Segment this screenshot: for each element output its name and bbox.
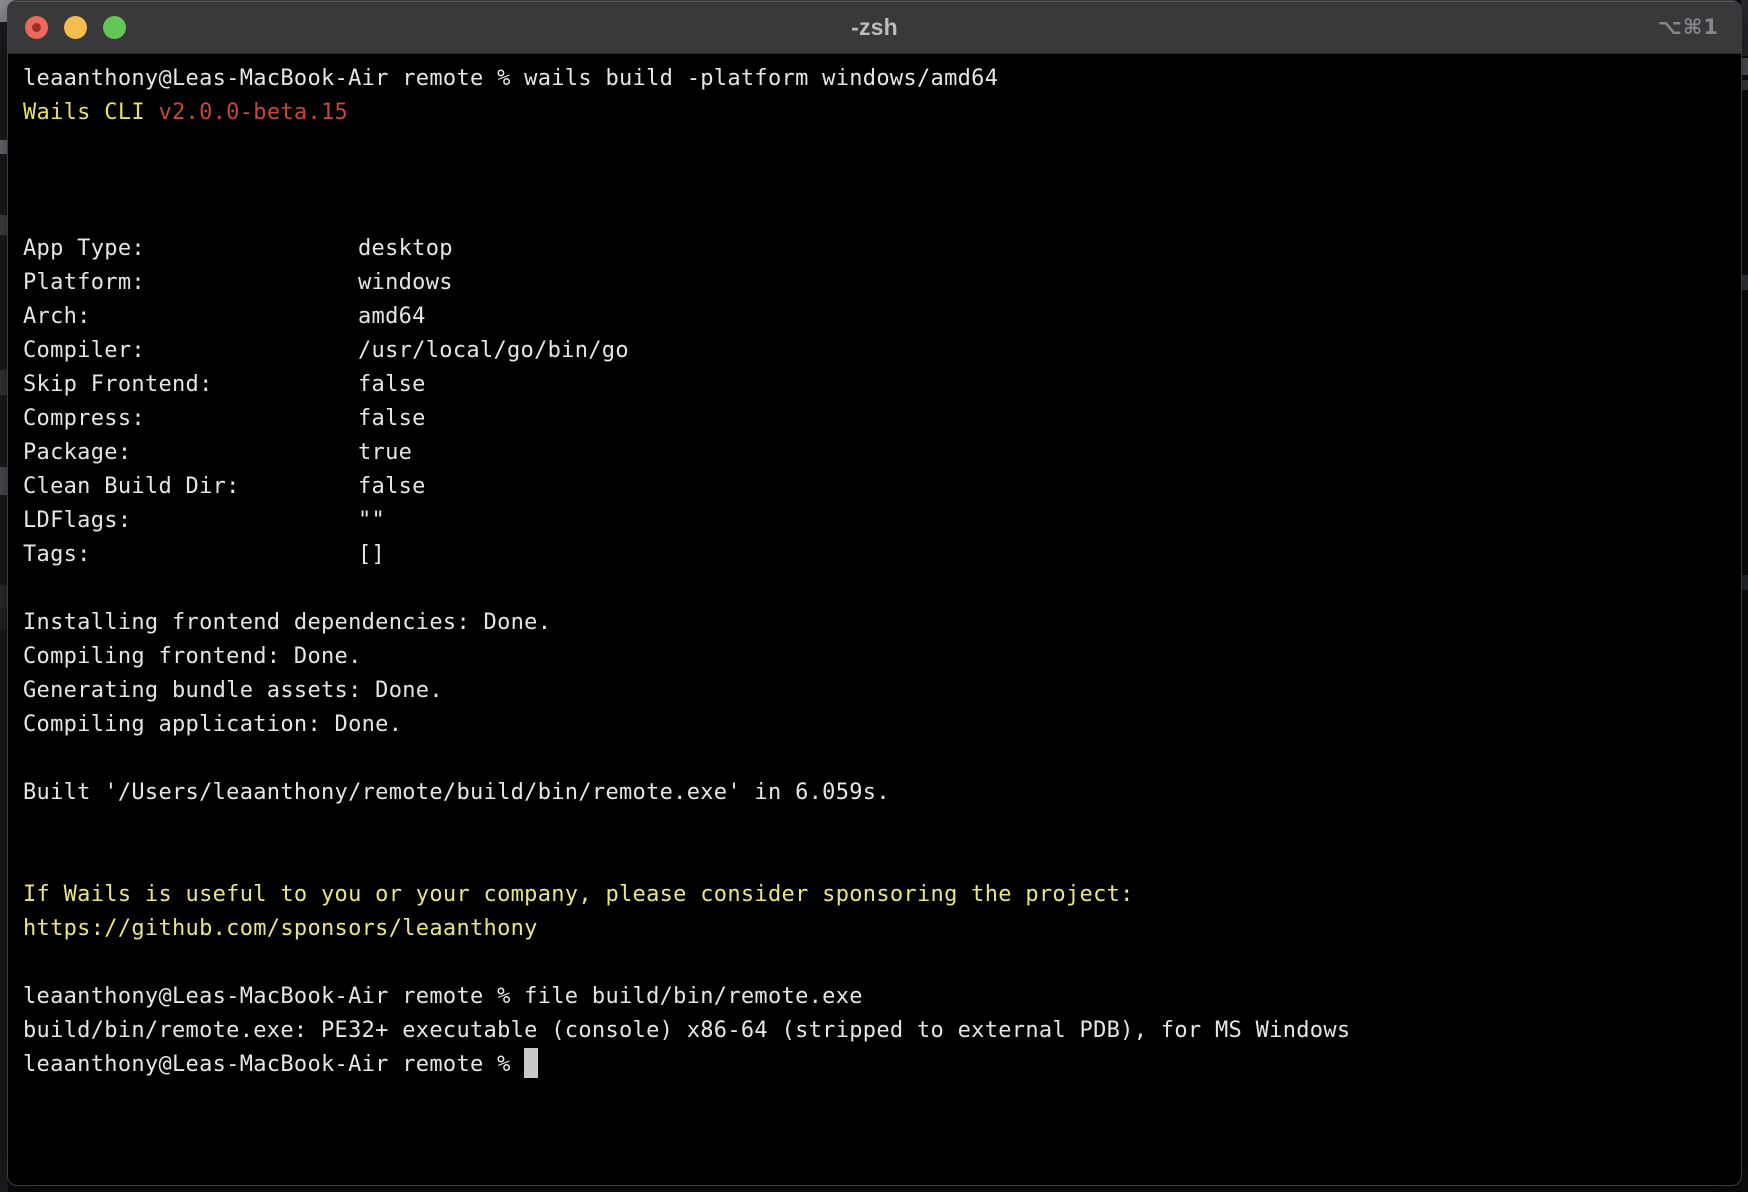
window-title: -zsh	[851, 14, 898, 41]
config-row-arch: Arch:amd64	[23, 300, 1731, 334]
blank-line	[23, 164, 1731, 198]
config-row-tags: Tags:[]	[23, 538, 1731, 572]
step-compile-application: Compiling application: Done.	[23, 708, 1731, 742]
window-titlebar[interactable]: -zsh ⌥⌘1	[8, 1, 1741, 54]
config-row-app-type: App Type:desktop	[23, 232, 1731, 266]
wails-cli-label: Wails CLI	[23, 100, 158, 125]
blank-line	[23, 844, 1731, 878]
step-generate-assets: Generating bundle assets: Done.	[23, 674, 1731, 708]
step-compile-frontend: Compiling frontend: Done.	[23, 640, 1731, 674]
config-row-compiler: Compiler:/usr/local/go/bin/go	[23, 334, 1731, 368]
wails-version-line: Wails CLI v2.0.0-beta.15	[23, 96, 1731, 130]
config-row-ldflags: LDFlags:""	[23, 504, 1731, 538]
built-result-line: Built '/Users/leaanthony/remote/build/bi…	[23, 776, 1731, 810]
wails-cli-version: v2.0.0-beta.15	[158, 100, 348, 125]
background-window-right-edge	[1741, 0, 1748, 1192]
window-shortcut-badge: ⌥⌘1	[1658, 1, 1719, 53]
config-row-compress: Compress:false	[23, 402, 1731, 436]
sponsor-url-line: https://github.com/sponsors/leaanthony	[23, 912, 1731, 946]
sponsor-message-line: If Wails is useful to you or your compan…	[23, 878, 1731, 912]
traffic-light-buttons	[25, 1, 126, 53]
prompt-line-1: leaanthony@Leas-MacBook-Air remote % wai…	[23, 62, 1731, 96]
terminal-content[interactable]: leaanthony@Leas-MacBook-Air remote % wai…	[8, 54, 1741, 1082]
step-install-deps: Installing frontend dependencies: Done.	[23, 606, 1731, 640]
close-dot-icon	[32, 23, 41, 32]
blank-line	[23, 198, 1731, 232]
blank-line	[23, 946, 1731, 980]
config-row-platform: Platform:windows	[23, 266, 1731, 300]
blank-line	[23, 572, 1731, 606]
prompt-line-3: leaanthony@Leas-MacBook-Air remote %	[23, 1048, 1731, 1082]
close-button[interactable]	[25, 16, 48, 39]
blank-line	[23, 742, 1731, 776]
config-row-package: Package:true	[23, 436, 1731, 470]
terminal-window: -zsh ⌥⌘1 leaanthony@Leas-MacBook-Air rem…	[7, 0, 1742, 1186]
file-output-line: build/bin/remote.exe: PE32+ executable (…	[23, 1014, 1731, 1048]
config-row-clean-build-dir: Clean Build Dir:false	[23, 470, 1731, 504]
zoom-button[interactable]	[103, 16, 126, 39]
blank-line	[23, 810, 1731, 844]
prompt-text: leaanthony@Leas-MacBook-Air remote %	[23, 1052, 524, 1077]
terminal-cursor[interactable]	[524, 1048, 538, 1078]
prompt-line-2: leaanthony@Leas-MacBook-Air remote % fil…	[23, 980, 1731, 1014]
blank-line	[23, 130, 1731, 164]
minimize-button[interactable]	[64, 16, 87, 39]
config-row-skip-frontend: Skip Frontend:false	[23, 368, 1731, 402]
